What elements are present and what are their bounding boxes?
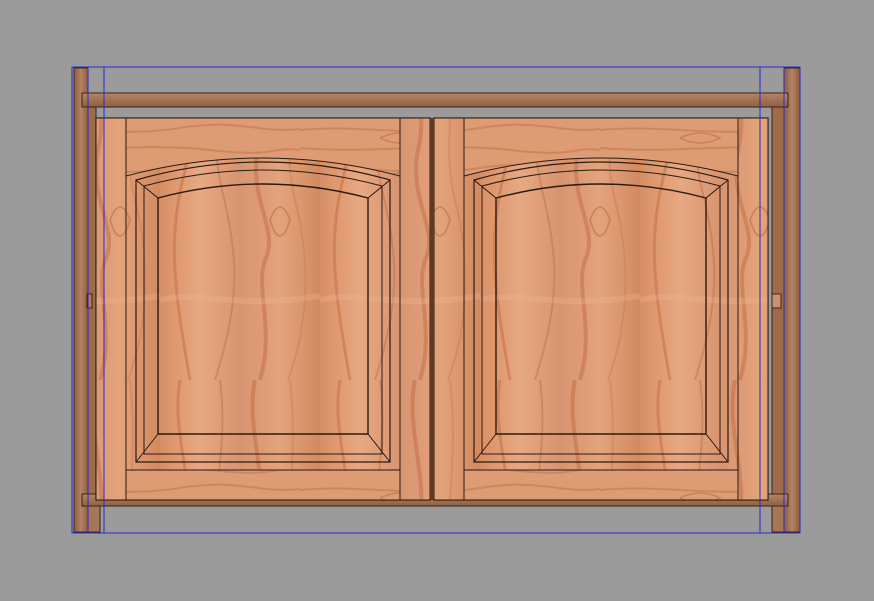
left-door-bottom-rail [125, 469, 401, 501]
right-hinge [771, 293, 782, 309]
cabinet-model-view[interactable] [0, 0, 874, 601]
right-door-raised-panel [495, 183, 707, 435]
left-door[interactable] [95, 117, 431, 501]
door-center-gap [430, 118, 434, 500]
right-door-bottom-rail [463, 469, 739, 501]
right-door[interactable] [433, 117, 769, 501]
top-rail [81, 92, 789, 108]
3d-viewport[interactable] [0, 0, 874, 601]
left-door-left-stile [95, 117, 127, 501]
left-foot [87, 505, 101, 533]
left-side-panel [73, 67, 89, 533]
right-door-right-stile [737, 117, 769, 501]
right-side-panel [783, 67, 801, 533]
left-door-raised-panel [157, 183, 369, 435]
left-door-right-stile [399, 117, 431, 501]
right-door-left-stile [433, 117, 465, 501]
right-foot [771, 505, 785, 533]
